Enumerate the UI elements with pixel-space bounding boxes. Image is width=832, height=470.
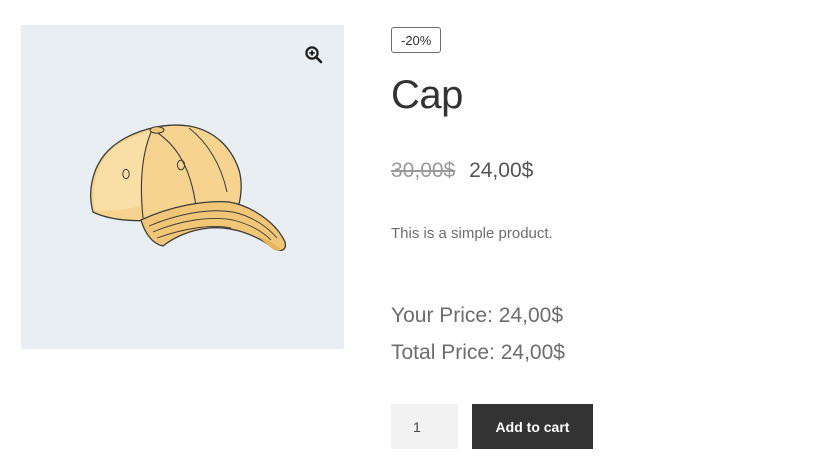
product-gallery	[21, 25, 344, 349]
zoom-button[interactable]	[304, 45, 324, 65]
cap-image[interactable]	[81, 120, 286, 255]
short-description: This is a simple product.	[391, 225, 553, 242]
add-to-cart-button[interactable]: Add to cart	[472, 404, 593, 449]
product-title: Cap	[391, 73, 463, 117]
product-page: -20% Cap 30,00$ 24,00$ This is a simple …	[0, 0, 832, 470]
quantity-input[interactable]	[391, 404, 458, 449]
magnifier-plus-icon	[305, 46, 323, 64]
regular-price: 30,00$	[391, 159, 456, 182]
sale-price: 24,00$	[469, 159, 534, 182]
price: 30,00$ 24,00$	[391, 158, 533, 184]
price-calculation: Your Price: 24,00$ Total Price: 24,00$	[391, 297, 565, 371]
sale-badge: -20%	[391, 27, 442, 53]
your-price: Your Price: 24,00$	[391, 304, 564, 327]
total-price: Total Price: 24,00$	[391, 341, 565, 364]
